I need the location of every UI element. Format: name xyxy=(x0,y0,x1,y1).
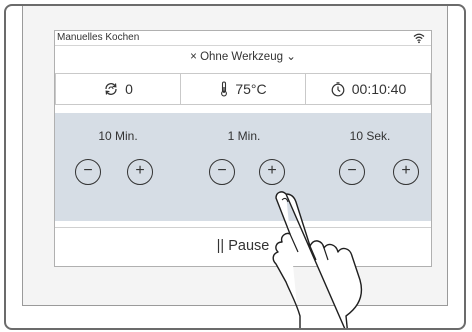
screen-title: Manuelles Kochen xyxy=(57,32,140,43)
adjust-label: 10 Sek. xyxy=(349,129,391,143)
tool-selector[interactable]: × Ohne Werkzeug ⌄ xyxy=(55,45,431,68)
speed-setting[interactable]: 0 xyxy=(55,73,181,105)
timer-value: 00:10:40 xyxy=(351,81,407,97)
temperature-value: 75°C xyxy=(235,81,267,97)
adjust-label: 10 Min. xyxy=(98,129,138,143)
plus-button[interactable]: + xyxy=(393,159,419,185)
speed-icon xyxy=(105,83,117,95)
pointing-hand-icon xyxy=(272,191,363,328)
speed-value: 0 xyxy=(125,81,133,97)
illustration-frame: Manuelles Kochen × Ohne Werkzeug ⌄ 0 75°… xyxy=(4,4,466,330)
status-bar: Manuelles Kochen xyxy=(55,31,431,45)
chevron-down-icon[interactable]: ⌄ xyxy=(286,51,296,63)
tool-label: Ohne Werkzeug xyxy=(200,51,283,63)
parameter-row: 0 75°C 00:10:40 xyxy=(55,73,431,105)
minus-button[interactable]: − xyxy=(75,159,101,185)
temperature-setting[interactable]: 75°C xyxy=(180,73,306,105)
plus-button[interactable]: + xyxy=(259,159,285,185)
minus-button[interactable]: − xyxy=(209,159,235,185)
wifi-icon xyxy=(413,33,425,44)
adjust-10-min: 10 Min. − + xyxy=(55,113,181,221)
adjust-label: 1 Min. xyxy=(227,129,261,143)
plus-button[interactable]: + xyxy=(127,159,153,185)
timer-setting[interactable]: 00:10:40 xyxy=(305,73,431,105)
minus-button[interactable]: − xyxy=(339,159,365,185)
pause-icon: || xyxy=(216,238,225,254)
thermometer-icon xyxy=(221,81,228,97)
timer-icon xyxy=(331,82,345,97)
close-icon[interactable]: × xyxy=(190,51,197,63)
